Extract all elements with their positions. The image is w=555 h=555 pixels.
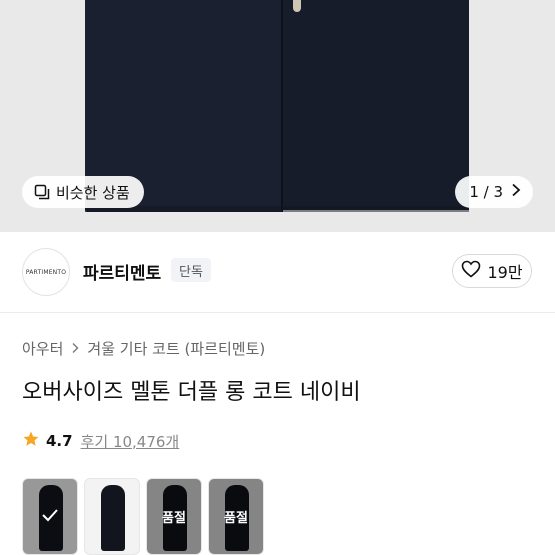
brand-row: PARTIMENTO 파르티멘토 단독 19만	[0, 232, 555, 312]
breadcrumb-item[interactable]: 아우터	[22, 338, 63, 359]
similar-items-icon	[34, 184, 50, 200]
image-page-indicator[interactable]: 1 / 3	[455, 176, 533, 208]
option-swatch[interactable]: 품절	[208, 478, 264, 555]
breadcrumb: 아우터 겨울 기타 코트 (파르티멘토)	[22, 338, 265, 359]
brand-name[interactable]: 파르티멘토	[83, 259, 161, 284]
breadcrumb-item[interactable]: 겨울 기타 코트 (파르티멘토)	[87, 338, 265, 359]
option-swatches: 품절 품절	[22, 478, 264, 555]
divider	[0, 312, 555, 313]
heart-icon	[461, 260, 481, 282]
similar-items-label: 비슷한 상품	[56, 183, 130, 202]
brand-logo[interactable]: PARTIMENTO	[22, 248, 70, 296]
like-count: 19만	[487, 263, 523, 282]
check-icon	[41, 507, 59, 526]
chevron-right-icon	[71, 340, 79, 358]
rating-row: 4.7 후기 10,476개	[22, 430, 179, 452]
option-swatch[interactable]	[84, 478, 140, 555]
page-indicator-text: 1 / 3	[469, 183, 503, 201]
product-title: 오버사이즈 멜톤 더플 롱 코트 네이비	[22, 380, 361, 405]
like-button[interactable]: 19만	[452, 254, 532, 288]
coat-photo	[85, 0, 469, 212]
exclusive-badge: 단독	[171, 258, 211, 282]
product-image[interactable]: 비슷한 상품 1 / 3	[0, 0, 555, 232]
option-swatch[interactable]: 품절	[146, 478, 202, 555]
option-swatch[interactable]	[22, 478, 78, 555]
star-icon	[22, 430, 40, 452]
similar-items-button[interactable]: 비슷한 상품	[22, 176, 144, 208]
review-count-link[interactable]: 후기 10,476개	[81, 431, 180, 452]
sold-out-label: 품절	[224, 511, 248, 526]
sold-out-label: 품절	[162, 511, 186, 526]
rating-value: 4.7	[46, 432, 73, 450]
brand-logo-text: PARTIMENTO	[25, 268, 67, 276]
coat-thumbnail	[101, 485, 125, 551]
toggle-button-detail	[293, 0, 301, 12]
chevron-right-icon	[511, 183, 521, 201]
